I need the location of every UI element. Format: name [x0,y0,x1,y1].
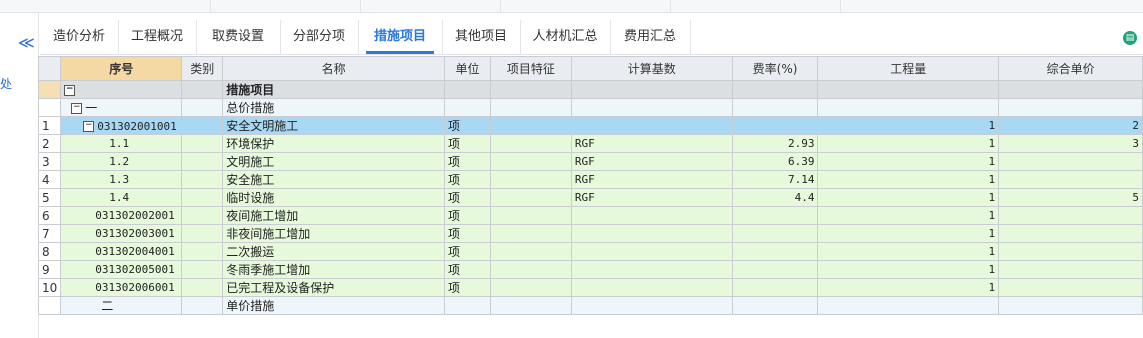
measures-grid: 序号 类别 名称 单位 项目特征 计算基数 费率(%) 工程量 综合单价 − 措… [37,56,1143,315]
cell-name[interactable]: 夜间施工增加 [222,206,445,225]
collapse-node-icon[interactable]: − [83,120,95,132]
cell-name[interactable]: 临时设施 [222,188,445,207]
cell-name[interactable]: 二次搬运 [222,242,445,261]
table-row[interactable]: 9 031302005001 冬雨季施工增加 项 1 [37,260,1143,279]
cell-name[interactable]: 环境保护 [222,134,445,153]
tab-project-overview[interactable]: 工程概况 [118,20,197,54]
tab-cost-analysis[interactable]: 造价分析 [40,20,119,54]
table-row[interactable]: 3 1.2 文明施工 项 RGF 6.39 1 [37,152,1143,171]
col-header-quantity[interactable]: 工程量 [817,56,1000,81]
cell-name[interactable]: 安全施工 [222,170,445,189]
table-row[interactable]: 5 1.4 临时设施 项 RGF 4.4 1 5 [37,188,1143,207]
book-icon[interactable]: ▤ [1123,31,1137,45]
row-number-header [37,56,62,81]
table-row[interactable]: 8 031302004001 二次搬运 项 1 [37,242,1143,261]
cell-name[interactable]: 非夜间施工增加 [222,224,445,243]
col-header-rate[interactable]: 费率(%) [731,56,819,81]
grid-header-row: 序号 类别 名称 单位 项目特征 计算基数 费率(%) 工程量 综合单价 [37,56,1143,81]
col-header-base[interactable]: 计算基数 [570,56,733,81]
table-row[interactable]: 二 单价措施 [37,296,1143,315]
col-header-seq[interactable]: 序号 [60,56,183,81]
table-row[interactable]: − 措施项目 [37,80,1143,99]
cell-name[interactable]: 已完工程及设备保护 [222,278,445,297]
cell-name[interactable]: 单价措施 [222,296,445,315]
col-header-name[interactable]: 名称 [222,56,445,81]
tab-labor-material-summary[interactable]: 人材机汇总 [520,20,611,54]
cell-name[interactable]: 总价措施 [222,98,445,117]
cell-name[interactable]: 文明施工 [222,152,445,171]
collapse-node-icon[interactable]: − [64,84,76,96]
table-row[interactable]: 1 −031302001001 安全文明施工 项 1 2 [37,116,1143,135]
tab-bar: 造价分析 工程概况 取费设置 分部分项 措施项目 其他项目 人材机汇总 费用汇总 [40,20,1143,55]
tab-divisional-items[interactable]: 分部分项 [280,20,359,54]
collapse-node-icon[interactable]: − [71,103,83,114]
col-header-category[interactable]: 类别 [181,56,224,81]
col-header-unit[interactable]: 单位 [443,56,491,81]
table-row[interactable]: 7 031302003001 非夜间施工增加 项 1 [37,224,1143,243]
cell-name[interactable]: 措施项目 [222,80,445,99]
left-navigation-panel: ≪ 处 [0,13,39,338]
table-row[interactable]: − 一 总价措施 [37,98,1143,117]
cell-name[interactable]: 冬雨季施工增加 [222,260,445,279]
tab-other-items[interactable]: 其他项目 [442,20,521,54]
collapse-sidebar-icon[interactable]: ≪ [18,35,35,51]
cell-name[interactable]: 安全文明施工 [222,116,445,135]
table-row[interactable]: 4 1.3 安全施工 项 RGF 7.14 1 [37,170,1143,189]
table-row[interactable]: 10 031302006001 已完工程及设备保护 项 1 [37,278,1143,297]
tab-measures[interactable]: 措施项目 [358,20,443,54]
col-header-unit-price[interactable]: 综合单价 [998,56,1143,81]
col-header-feature[interactable]: 项目特征 [489,56,572,81]
tab-cost-summary[interactable]: 费用汇总 [610,20,691,54]
left-panel-text-fragment: 处 [0,77,13,91]
table-row[interactable]: 2 1.1 环境保护 项 RGF 2.93 1 3 [37,134,1143,153]
tab-fee-settings[interactable]: 取费设置 [196,20,281,54]
table-row[interactable]: 6 031302002001 夜间施工增加 项 1 [37,206,1143,225]
top-toolbar-strip [0,0,1143,13]
